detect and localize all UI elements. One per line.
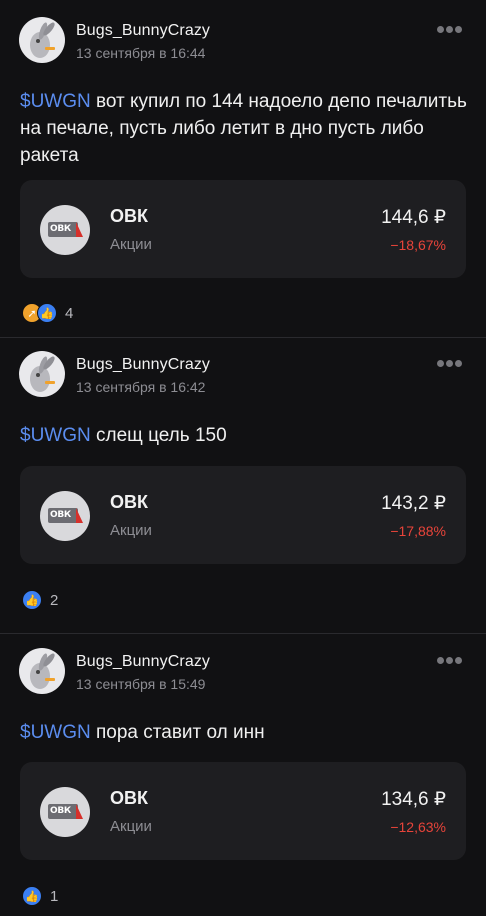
- post-timestamp: 13 сентября в 16:42: [76, 379, 206, 395]
- instrument-name: ОВК: [110, 206, 148, 226]
- avatar[interactable]: [19, 648, 65, 694]
- instrument-logo: ОВК: [40, 787, 90, 837]
- thumbs-up-icon[interactable]: 👍: [37, 303, 57, 323]
- post-divider: [0, 337, 486, 338]
- ticker-link[interactable]: $UWGN: [20, 425, 91, 446]
- instrument-change: −12,63%: [390, 819, 446, 835]
- ticker-link[interactable]: $UWGN: [20, 91, 91, 112]
- instrument-logo: ОВК: [40, 205, 90, 255]
- instrument-price: 143,2 ₽: [381, 493, 446, 514]
- instrument-type: Акции: [110, 522, 152, 539]
- avatar[interactable]: [19, 17, 65, 63]
- instrument-type: Акции: [110, 236, 152, 253]
- reactions-bar[interactable]: 👍 2: [22, 589, 58, 611]
- instrument-price: 134,6 ₽: [381, 789, 446, 810]
- thumbs-up-icon[interactable]: 👍: [22, 590, 42, 610]
- post-divider: [0, 633, 486, 634]
- instrument-name: ОВК: [110, 788, 148, 808]
- author-name[interactable]: Bugs_BunnyCrazy: [76, 653, 210, 671]
- author-name[interactable]: Bugs_BunnyCrazy: [76, 22, 210, 40]
- instrument-card[interactable]: ОВК ОВК Акции 143,2 ₽ −17,88%: [20, 466, 466, 564]
- author-name[interactable]: Bugs_BunnyCrazy: [76, 356, 210, 374]
- more-options-icon[interactable]: [437, 360, 462, 367]
- instrument-card[interactable]: ОВК ОВК Акции 144,6 ₽ −18,67%: [20, 180, 466, 278]
- reaction-count: 1: [50, 887, 59, 905]
- post-timestamp: 13 сентября в 16:44: [76, 45, 206, 61]
- feed: Bugs_BunnyCrazy 13 сентября в 16:44 $UWG…: [0, 0, 486, 916]
- reactions-bar[interactable]: ➚ 👍 4: [22, 302, 73, 324]
- post-text: $UWGN пора ставит ол инн: [20, 722, 265, 743]
- reactions-bar[interactable]: 👍 1: [22, 885, 58, 907]
- reaction-count: 4: [65, 304, 74, 322]
- instrument-name: ОВК: [110, 492, 148, 512]
- instrument-price: 144,6 ₽: [381, 207, 446, 228]
- more-options-icon[interactable]: [437, 26, 462, 33]
- ticker-link[interactable]: $UWGN: [20, 722, 91, 743]
- instrument-type: Акции: [110, 818, 152, 835]
- post-text: $UWGN слещ цель 150: [20, 425, 227, 446]
- instrument-change: −17,88%: [390, 523, 446, 539]
- more-options-icon[interactable]: [437, 657, 462, 664]
- thumbs-up-icon[interactable]: 👍: [22, 886, 42, 906]
- instrument-logo: ОВК: [40, 491, 90, 541]
- post-timestamp: 13 сентября в 15:49: [76, 676, 206, 692]
- instrument-change: −18,67%: [390, 237, 446, 253]
- avatar[interactable]: [19, 351, 65, 397]
- instrument-card[interactable]: ОВК ОВК Акции 134,6 ₽ −12,63%: [20, 762, 466, 860]
- post-text: $UWGN вот купил по 144 надоело депо печа…: [20, 91, 467, 166]
- reaction-count: 2: [50, 591, 59, 609]
